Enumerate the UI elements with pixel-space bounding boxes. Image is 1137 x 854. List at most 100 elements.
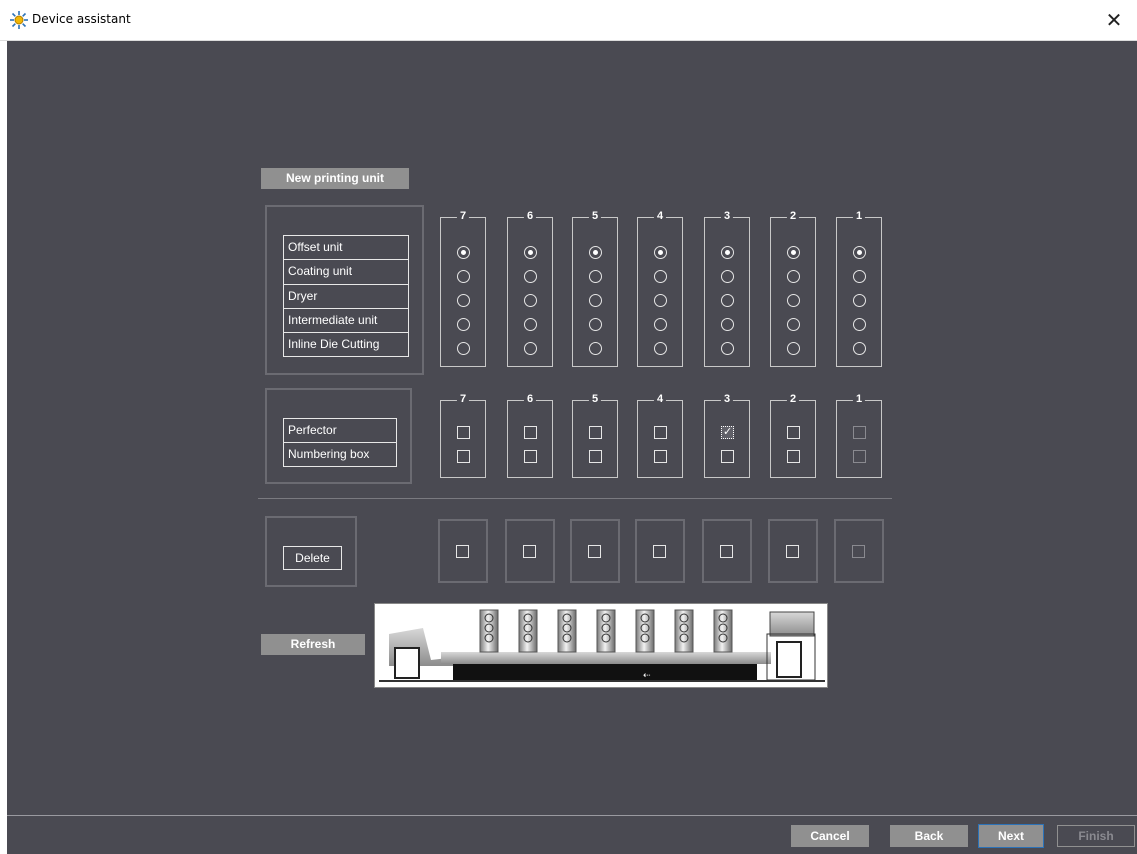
delete-column-4 <box>635 519 685 583</box>
back-button[interactable]: Back <box>890 825 968 847</box>
option-column-number: 6 <box>523 392 537 406</box>
option-checkbox-6-1[interactable] <box>524 426 537 439</box>
press-unit-2 <box>674 609 694 653</box>
option-checkbox-7-1[interactable] <box>457 426 470 439</box>
unit-column-3: 3 <box>704 209 750 367</box>
unit-type-radio-3-4[interactable] <box>721 318 734 331</box>
option-numbering-box: Numbering box <box>283 443 397 467</box>
unit-column-6: 6 <box>507 209 553 367</box>
option-column-6: 6 <box>507 392 553 478</box>
option-column-7: 7 <box>440 392 486 478</box>
new-printing-unit-label: New printing unit <box>261 168 409 189</box>
unit-column-number: 7 <box>456 209 470 223</box>
unit-column-number: 3 <box>720 209 734 223</box>
unit-type-radio-1-2[interactable] <box>853 270 866 283</box>
unit-type-radio-5-2[interactable] <box>589 270 602 283</box>
unit-type-radio-4-5[interactable] <box>654 342 667 355</box>
separator <box>258 498 892 499</box>
unit-type-radio-4-4[interactable] <box>654 318 667 331</box>
svg-text:⇠: ⇠ <box>643 671 651 681</box>
delete-button[interactable]: Delete <box>283 546 342 570</box>
unit-type-radio-5-5[interactable] <box>589 342 602 355</box>
title-bar: Device assistant ✕ <box>0 0 1137 41</box>
option-column-4: 4 <box>637 392 683 478</box>
option-checkbox-3-2[interactable] <box>721 450 734 463</box>
unit-type-radio-1-4[interactable] <box>853 318 866 331</box>
unit-type-radio-3-2[interactable] <box>721 270 734 283</box>
option-checkbox-3-1[interactable] <box>721 425 734 439</box>
unit-type-radio-3-3[interactable] <box>721 294 734 307</box>
unit-type-radio-5-3[interactable] <box>589 294 602 307</box>
option-checkbox-5-1[interactable] <box>589 426 602 439</box>
unit-type-radio-1-1[interactable] <box>853 246 866 259</box>
press-unit-4 <box>596 609 616 653</box>
option-checkbox-2-1[interactable] <box>787 426 800 439</box>
delete-checkbox-3[interactable] <box>720 545 733 558</box>
refresh-button[interactable]: Refresh <box>261 634 365 655</box>
unit-type-radio-2-4[interactable] <box>787 318 800 331</box>
unit-type-radio-4-2[interactable] <box>654 270 667 283</box>
unit-type-radio-7-5[interactable] <box>457 342 470 355</box>
option-checkbox-5-2[interactable] <box>589 450 602 463</box>
unit-type-radio-7-2[interactable] <box>457 270 470 283</box>
option-column-2: 2 <box>770 392 816 478</box>
delete-column-6 <box>505 519 555 583</box>
delete-column-3 <box>702 519 752 583</box>
press-preview-image: ⇠ <box>374 603 828 688</box>
unit-type-radio-1-5[interactable] <box>853 342 866 355</box>
cancel-button[interactable]: Cancel <box>791 825 869 847</box>
unit-type-radio-7-3[interactable] <box>457 294 470 307</box>
unit-type-radio-6-4[interactable] <box>524 318 537 331</box>
option-column-number: 1 <box>852 392 866 406</box>
device-assistant-panel: New printing unit Offset unit Coating un… <box>7 41 1137 854</box>
option-checkbox-7-2[interactable] <box>457 450 470 463</box>
unit-type-radio-7-4[interactable] <box>457 318 470 331</box>
unit-type-radio-2-1[interactable] <box>787 246 800 259</box>
unit-type-dryer: Dryer <box>283 285 409 309</box>
unit-column-number: 2 <box>786 209 800 223</box>
unit-type-radio-2-5[interactable] <box>787 342 800 355</box>
press-unit-6 <box>518 609 538 653</box>
delete-checkbox-7[interactable] <box>456 545 469 558</box>
unit-type-radio-6-2[interactable] <box>524 270 537 283</box>
option-checkbox-4-1[interactable] <box>654 426 667 439</box>
press-unit-1 <box>713 609 733 653</box>
delete-column-1 <box>834 519 884 583</box>
option-column-number: 5 <box>588 392 602 406</box>
unit-type-radio-6-3[interactable] <box>524 294 537 307</box>
option-checkbox-1-2 <box>853 450 866 463</box>
unit-type-radio-3-5[interactable] <box>721 342 734 355</box>
option-checkbox-2-2[interactable] <box>787 450 800 463</box>
next-button[interactable]: Next <box>978 824 1044 848</box>
unit-type-radio-5-1[interactable] <box>589 246 602 259</box>
delete-checkbox-4[interactable] <box>653 545 666 558</box>
option-checkbox-4-2[interactable] <box>654 450 667 463</box>
unit-type-radio-7-1[interactable] <box>457 246 470 259</box>
device-assistant-icon <box>10 11 28 29</box>
delete-checkbox-5[interactable] <box>588 545 601 558</box>
option-column-number: 3 <box>720 392 734 406</box>
option-column-number: 2 <box>786 392 800 406</box>
option-column-5: 5 <box>572 392 618 478</box>
unit-column-number: 5 <box>588 209 602 223</box>
option-perfector: Perfector <box>283 418 397 443</box>
unit-type-radio-6-1[interactable] <box>524 246 537 259</box>
unit-type-radio-1-3[interactable] <box>853 294 866 307</box>
unit-type-radio-2-2[interactable] <box>787 270 800 283</box>
option-checkbox-1-1 <box>853 426 866 439</box>
option-column-number: 4 <box>653 392 667 406</box>
close-button[interactable]: ✕ <box>1091 0 1137 40</box>
option-column-3: 3 <box>704 392 750 478</box>
unit-type-radio-2-3[interactable] <box>787 294 800 307</box>
unit-column-number: 1 <box>852 209 866 223</box>
option-column-1: 1 <box>836 392 882 478</box>
unit-type-radio-6-5[interactable] <box>524 342 537 355</box>
unit-type-radio-4-1[interactable] <box>654 246 667 259</box>
unit-type-radio-4-3[interactable] <box>654 294 667 307</box>
unit-type-radio-5-4[interactable] <box>589 318 602 331</box>
unit-type-radio-3-1[interactable] <box>721 246 734 259</box>
finish-button: Finish <box>1057 825 1135 847</box>
delete-checkbox-2[interactable] <box>786 545 799 558</box>
delete-checkbox-6[interactable] <box>523 545 536 558</box>
option-checkbox-6-2[interactable] <box>524 450 537 463</box>
